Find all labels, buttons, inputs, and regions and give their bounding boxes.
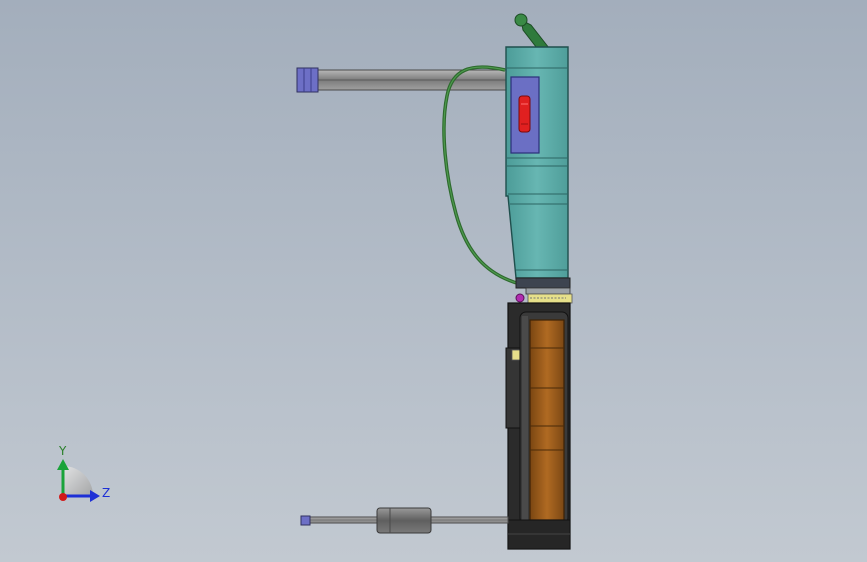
interface-plate[interactable]	[515, 277, 573, 304]
model-view[interactable]: Y Z	[0, 0, 867, 562]
upper-housing[interactable]	[505, 46, 569, 279]
upper-rod-end-cap	[296, 67, 319, 93]
lower-rod-assembly[interactable]	[300, 507, 509, 534]
upper-rod-assembly[interactable]	[296, 67, 507, 93]
z-axis-label: Z	[102, 486, 110, 500]
axis-triad-icon: Y Z	[57, 444, 110, 502]
y-axis-label: Y	[58, 444, 67, 458]
lower-cylinder	[376, 507, 432, 534]
connector-dot	[515, 293, 525, 303]
lower-slide-frame[interactable]	[505, 302, 571, 550]
lower-rod-end-cap	[300, 515, 311, 526]
slide-carriage	[529, 319, 565, 521]
red-switch	[518, 95, 531, 133]
origin-dot	[59, 493, 67, 501]
cad-graphics-viewport[interactable]: Y Z	[0, 0, 867, 562]
